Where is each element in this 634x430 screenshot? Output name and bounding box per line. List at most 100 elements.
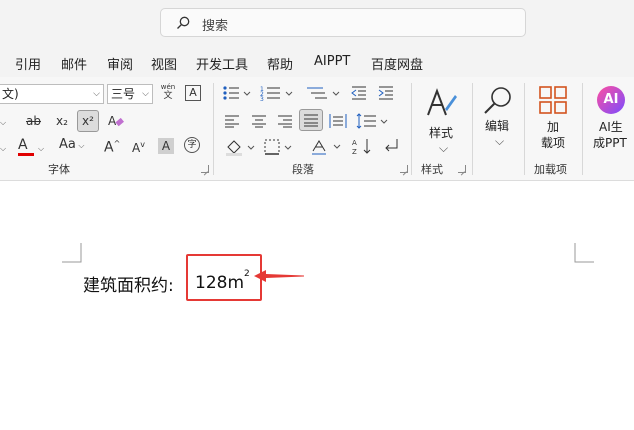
group-separator <box>213 83 214 175</box>
grow-font-label: A <box>104 139 114 156</box>
grow-font-button[interactable]: A^ <box>104 136 120 156</box>
distributed-icon[interactable] <box>329 113 347 129</box>
clear-formatting-button[interactable]: A <box>107 112 125 134</box>
ai-label-line2: 成PPT <box>593 136 627 150</box>
font-size-value: 三号 <box>111 87 136 101</box>
font-name-value: 文) <box>2 87 19 101</box>
eraser-icon: A <box>108 114 124 128</box>
tab-references[interactable]: 引用 <box>15 54 41 73</box>
character-border-button[interactable]: A <box>185 85 201 101</box>
font-color-dropdown[interactable]: ⌵ <box>38 139 44 157</box>
font-color-glyph: A <box>18 137 28 153</box>
group-separator <box>524 83 525 175</box>
styles-group-label: 样式 <box>421 163 443 176</box>
tab-help[interactable]: 帮助 <box>267 54 293 73</box>
group-separator <box>411 83 412 175</box>
increase-indent-icon[interactable] <box>377 85 395 101</box>
search-placeholder: 搜索 <box>202 19 229 34</box>
editing-button[interactable]: 编辑 ⌵ <box>478 83 518 155</box>
font-color-swatch <box>18 153 34 156</box>
arrow-left-icon <box>254 270 304 282</box>
decrease-indent-icon[interactable] <box>350 85 368 101</box>
add-ins-label-line2: 载项 <box>541 136 566 150</box>
magnifier-icon <box>484 87 511 114</box>
chevron-down-icon: ⌵ <box>93 89 100 99</box>
area-number: 128m <box>195 273 245 293</box>
svg-text:A: A <box>352 139 357 147</box>
borders-icon[interactable] <box>263 138 295 156</box>
ribbon-tabs: 引用 邮件 审阅 视图 开发工具 帮助 AIPPT 百度网盘 <box>0 47 634 77</box>
search-icon <box>177 16 190 29</box>
font-group-label: 字体 <box>48 163 70 176</box>
bullets-icon[interactable] <box>222 85 252 101</box>
font-size-select[interactable]: 三号 ⌵ <box>107 84 153 104</box>
chevron-down-icon: ⌵ <box>495 134 505 148</box>
more-options-arrow[interactable]: ⌵ <box>0 113 6 131</box>
enclose-characters-button[interactable]: 字 <box>184 137 200 153</box>
tab-developer[interactable]: 开发工具 <box>196 54 248 73</box>
area-label: 建筑面积约: <box>83 276 174 296</box>
tab-baidu-netdisk[interactable]: 百度网盘 <box>371 54 423 73</box>
ai-logo-icon: AI <box>597 86 625 114</box>
editing-button-label: 编辑 <box>485 119 510 133</box>
numbering-icon[interactable]: 1 2 3 <box>260 85 296 101</box>
change-case-label: Aa <box>59 137 76 152</box>
phonetic-guide-button[interactable]: wén 文 <box>159 83 177 101</box>
text-direction-icon[interactable] <box>310 137 344 155</box>
font-color-button[interactable]: A <box>18 137 34 156</box>
shrink-font-label: A <box>132 141 141 155</box>
font-color-more-arrow[interactable]: ⌵ <box>0 139 6 157</box>
group-separator <box>472 83 473 175</box>
multilevel-list-icon[interactable] <box>305 85 341 101</box>
phonetic-bottom: 文 <box>163 91 173 101</box>
ribbon: 文) ⌵ 三号 ⌵ wén 文 A ⌵ ab x₂ x² A ⌵ A ⌵ Aa … <box>0 77 634 181</box>
paragraph-dialog-launcher-icon[interactable] <box>400 165 408 173</box>
chevron-down-icon: ⌵ <box>142 89 149 99</box>
font-dialog-launcher-icon[interactable] <box>201 165 209 173</box>
styles-dialog-launcher-icon[interactable] <box>458 165 466 173</box>
strikethrough-button[interactable]: ab <box>26 113 41 129</box>
svg-text:Z: Z <box>352 148 357 155</box>
character-shading-button[interactable]: A <box>158 138 174 154</box>
superscript-two: 2 <box>244 269 250 279</box>
svg-text:3: 3 <box>260 96 264 101</box>
paragraph-group-label: 段落 <box>292 163 314 176</box>
sort-icon[interactable]: A Z <box>352 137 374 155</box>
add-ins-group-label: 加载项 <box>534 163 567 176</box>
phonetic-top: wén <box>160 83 176 91</box>
align-left-icon[interactable] <box>224 114 240 128</box>
document-page[interactable]: 建筑面积约: 128m2 <box>0 181 634 430</box>
align-center-icon[interactable] <box>251 114 267 128</box>
shading-icon[interactable] <box>224 138 258 156</box>
search-box[interactable]: 搜索 <box>160 8 526 37</box>
font-name-select[interactable]: 文) ⌵ <box>0 84 104 104</box>
add-ins-grid-icon <box>539 86 567 114</box>
styles-button-label: 样式 <box>429 126 454 140</box>
svg-text:A: A <box>108 114 117 128</box>
styles-icon <box>427 88 457 116</box>
shrink-font-button[interactable]: Av <box>132 137 145 156</box>
align-right-icon[interactable] <box>277 114 293 128</box>
subscript-button[interactable]: x₂ <box>56 113 68 129</box>
superscript-button[interactable]: x² <box>77 110 99 132</box>
margin-corner-mark <box>574 243 594 263</box>
margin-corner-mark <box>62 243 82 263</box>
show-formatting-marks-icon[interactable] <box>382 137 400 155</box>
tab-mailings[interactable]: 邮件 <box>61 54 87 73</box>
group-separator <box>582 83 583 175</box>
tab-review[interactable]: 审阅 <box>107 54 133 73</box>
styles-button[interactable]: 样式 ⌵ <box>420 83 464 155</box>
chevron-down-icon: ⌵ <box>439 141 449 155</box>
justify-icon <box>304 114 318 127</box>
change-case-button[interactable]: Aa ⌵ <box>59 137 84 154</box>
ai-label-line1: AI生 <box>599 120 623 134</box>
add-ins-button[interactable]: 加 载项 <box>533 83 575 155</box>
tab-aippt[interactable]: AIPPT <box>314 54 350 69</box>
tab-view[interactable]: 视图 <box>151 54 177 73</box>
title-bar: 搜索 <box>0 0 634 47</box>
line-spacing-icon[interactable] <box>356 113 390 129</box>
ai-generate-ppt-button[interactable]: AI AI生 成PPT <box>590 83 634 155</box>
add-ins-label-line1: 加 <box>547 120 560 134</box>
justify-button[interactable] <box>299 109 323 131</box>
area-value[interactable]: 128m2 <box>195 269 250 293</box>
